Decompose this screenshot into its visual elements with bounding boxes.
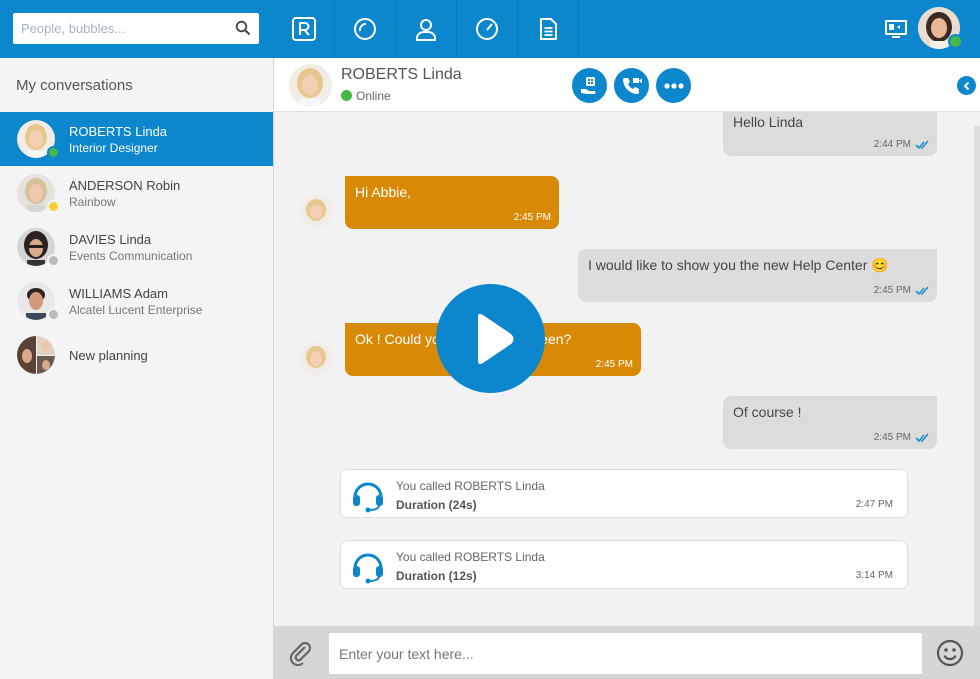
call-text: You called ROBERTS Linda	[396, 479, 545, 493]
conversation-subtitle: Rainbow	[69, 195, 116, 209]
conversation-item-roberts-linda[interactable]: ROBERTS Linda Interior Designer	[0, 112, 273, 166]
double-check-icon	[915, 286, 929, 296]
call-time: 3:14 PM	[855, 570, 893, 581]
message-list[interactable]: Hello Linda 2:44 PM Hi Abbie, 2:45 PM I …	[274, 112, 980, 626]
paperclip-icon[interactable]	[288, 640, 314, 666]
message-outgoing: Of course ! 2:45 PM	[723, 396, 937, 449]
sender-avatar	[300, 195, 333, 228]
share-button[interactable]	[572, 68, 607, 103]
search-input[interactable]	[13, 13, 233, 44]
sender-avatar	[300, 342, 333, 375]
document-icon	[540, 18, 557, 40]
conversation-item-davies-linda[interactable]: DAVIES Linda Events Communication	[0, 220, 273, 274]
top-bar	[0, 0, 980, 58]
conversation-name: DAVIES Linda	[69, 232, 152, 247]
nav-contacts[interactable]	[396, 0, 457, 58]
message-time: 2:45 PM	[595, 359, 633, 370]
nav-history[interactable]	[335, 0, 396, 58]
conversation-item-williams-adam[interactable]: WILLIAMS Adam Alcatel Lucent Enterprise	[0, 274, 273, 328]
search-box[interactable]	[13, 13, 259, 44]
call-text: You called ROBERTS Linda	[396, 550, 545, 564]
my-status-indicator	[948, 34, 963, 49]
chat-header: ROBERTS Linda Online	[274, 58, 980, 112]
status-badge	[47, 254, 60, 267]
conversation-sidebar: My conversations ROBERTS Linda Interior …	[0, 58, 274, 679]
message-time: 2:45 PM	[873, 432, 911, 443]
message-text: Hello Linda	[733, 114, 804, 130]
conversation-item-anderson-robin[interactable]: ANDERSON Robin Rainbow	[0, 166, 273, 220]
chevron-left-icon	[963, 81, 969, 90]
call-button[interactable]	[614, 68, 649, 103]
status-badge	[47, 200, 60, 213]
conversation-name: ROBERTS Linda	[69, 124, 168, 139]
phone-video-icon	[622, 77, 642, 94]
conversation-name: WILLIAMS Adam	[69, 286, 168, 301]
contact-avatar[interactable]	[289, 64, 332, 107]
scrollbar[interactable]	[974, 126, 980, 626]
status-badge	[47, 146, 60, 159]
conversation-subtitle: Alcatel Lucent Enterprise	[69, 303, 203, 317]
message-outgoing: I would like to show you the new Help Ce…	[578, 249, 937, 302]
contact-name: ROBERTS Linda	[341, 66, 462, 83]
sidebar-title: My conversations	[16, 77, 133, 94]
conversation-name: New planning	[69, 348, 148, 363]
nav-documents[interactable]	[518, 0, 579, 58]
message-text: Of course !	[733, 404, 802, 420]
more-dots-icon	[663, 82, 684, 89]
message-text: I would like to show you the new Help Ce…	[588, 257, 889, 273]
call-log-entry: You called ROBERTS Linda Duration (12s) …	[340, 540, 908, 589]
group-avatar	[17, 336, 55, 374]
gauge-icon	[476, 18, 498, 40]
headset-icon	[353, 553, 383, 584]
double-check-icon	[915, 433, 929, 443]
screen-share-icon[interactable]	[884, 18, 908, 40]
call-time: 2:47 PM	[855, 499, 893, 510]
message-outgoing: Hello Linda 2:44 PM	[723, 112, 937, 156]
message-composer	[274, 626, 980, 679]
message-input[interactable]	[329, 633, 922, 674]
more-options-button[interactable]	[656, 68, 691, 103]
double-check-icon	[915, 140, 929, 150]
message-time: 2:44 PM	[873, 139, 911, 150]
headset-icon	[353, 482, 383, 513]
message-time: 2:45 PM	[513, 212, 551, 223]
conversation-subtitle: Events Communication	[69, 249, 193, 263]
circle-arc-icon	[354, 18, 376, 40]
contact-status: Online	[356, 89, 391, 103]
conversation-item-new-planning[interactable]: New planning	[0, 328, 273, 382]
rainbow-logo-icon	[292, 17, 316, 41]
video-play-button[interactable]	[436, 284, 545, 393]
message-text: Hi Abbie,	[355, 184, 412, 200]
person-icon	[416, 19, 436, 41]
call-duration: Duration (24s)	[396, 498, 477, 512]
play-icon	[477, 313, 513, 364]
status-badge	[47, 308, 60, 321]
conversation-name: ANDERSON Robin	[69, 178, 181, 193]
conversation-subtitle: Interior Designer	[69, 141, 158, 155]
hand-share-icon	[580, 76, 595, 94]
nav-rainbow[interactable]	[274, 0, 335, 58]
collapse-panel-button[interactable]	[957, 76, 976, 95]
message-incoming: Hi Abbie, 2:45 PM	[345, 176, 559, 229]
call-duration: Duration (12s)	[396, 569, 477, 583]
nav-dashboard[interactable]	[457, 0, 518, 58]
message-time: 2:45 PM	[873, 285, 911, 296]
search-icon[interactable]	[235, 20, 251, 36]
online-status-dot	[341, 90, 352, 101]
emoji-icon[interactable]	[936, 639, 964, 667]
call-log-entry: You called ROBERTS Linda Duration (24s) …	[340, 469, 908, 518]
